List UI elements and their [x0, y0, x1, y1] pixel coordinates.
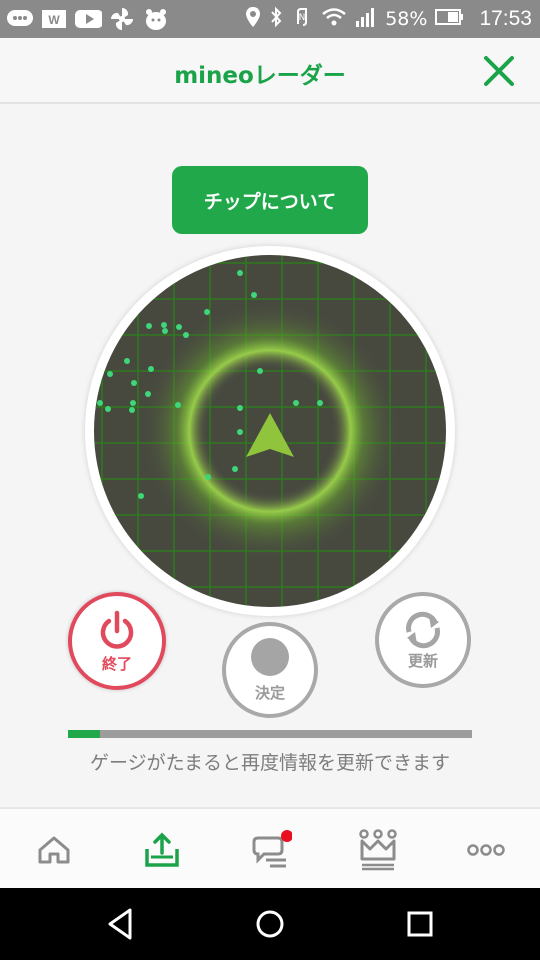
radar-dot [146, 323, 152, 329]
nav-chat[interactable] [243, 823, 297, 877]
home-icon [38, 836, 70, 864]
gauge-fill [68, 730, 101, 738]
system-nav-bar [0, 888, 540, 960]
svg-text:W: W [48, 13, 60, 27]
close-button[interactable] [482, 54, 516, 88]
bluetooth-icon [269, 6, 283, 33]
battery-percent: 58% [385, 8, 428, 30]
radar-graphic [94, 255, 446, 607]
radar-dot [205, 474, 211, 480]
power-icon [100, 610, 134, 649]
upload-tray-icon [145, 832, 179, 867]
decide-label: 決定 [254, 683, 285, 702]
radar-dot [176, 324, 182, 330]
wifi-icon [321, 6, 347, 33]
svg-text:N: N [299, 13, 306, 23]
decide-button[interactable]: 決定 [222, 622, 318, 718]
chat-icon [252, 830, 292, 868]
home-circle-icon [256, 910, 284, 938]
status-bar: W N 58% 17:53 [0, 0, 540, 38]
notification-icons: W [6, 6, 170, 32]
radar-dot [251, 292, 257, 298]
radar [85, 246, 455, 616]
app-root: W N 58% 17:53 mineoレーダー チップについて 終了 決定 更新… [0, 0, 540, 960]
radar-dot [293, 400, 299, 406]
radar-dot [237, 429, 243, 435]
back-button[interactable] [100, 904, 140, 944]
radar-dot [162, 328, 168, 334]
radar-dot [237, 405, 243, 411]
radar-dot [138, 493, 144, 499]
crown-icon [359, 829, 397, 871]
page-title: mineoレーダー [174, 63, 346, 89]
radar-dot [129, 407, 135, 413]
radar-dot [175, 402, 181, 408]
circle-icon [251, 637, 289, 676]
radar-dot [148, 366, 154, 372]
radar-dot [257, 368, 263, 374]
nav-ranking[interactable] [351, 823, 405, 877]
radar-dot [145, 391, 151, 397]
radar-dot [204, 309, 210, 315]
app-header: mineoレーダー [0, 38, 540, 104]
system-status: N 58% 17:53 [245, 0, 532, 38]
recent-apps-icon [407, 911, 433, 937]
nav-home[interactable] [27, 823, 81, 877]
end-button[interactable]: 終了 [68, 592, 166, 690]
radar-dot [97, 400, 103, 406]
chat-icon [6, 7, 34, 31]
w-app-icon: W [40, 7, 68, 31]
recent-apps-button[interactable] [400, 904, 440, 944]
radar-dot [183, 332, 189, 338]
mascot-icon [142, 7, 170, 31]
close-icon [484, 56, 514, 86]
radar-dot [232, 466, 238, 472]
radar-dot [105, 406, 111, 412]
radar-dot [124, 358, 130, 364]
end-label: 終了 [101, 654, 132, 673]
clock: 17:53 [479, 7, 532, 30]
tips-button[interactable]: チップについて [172, 166, 368, 234]
radar-dot [317, 400, 323, 406]
nfc-icon: N [291, 6, 313, 33]
youtube-icon [74, 7, 102, 31]
radar-screen [94, 255, 446, 607]
refresh-icon [406, 611, 440, 648]
pinwheel-icon [108, 7, 136, 31]
radar-dot [237, 270, 243, 276]
radar-dot [130, 400, 136, 406]
location-icon [245, 6, 261, 33]
more-icon [467, 844, 505, 856]
radar-dot [161, 322, 167, 328]
refresh-gauge [68, 730, 472, 738]
home-button[interactable] [250, 904, 290, 944]
refresh-button[interactable]: 更新 [375, 592, 471, 688]
nav-more[interactable] [459, 823, 513, 877]
gauge-description: ゲージがたまると再度情報を更新できます [89, 752, 451, 774]
nav-upload[interactable] [135, 823, 189, 877]
refresh-label: 更新 [407, 651, 438, 670]
signal-icon [355, 6, 377, 33]
battery-icon [435, 7, 465, 32]
radar-dot [107, 371, 113, 377]
back-icon [108, 908, 132, 940]
radar-dot [131, 380, 137, 386]
bottom-nav [0, 807, 540, 888]
